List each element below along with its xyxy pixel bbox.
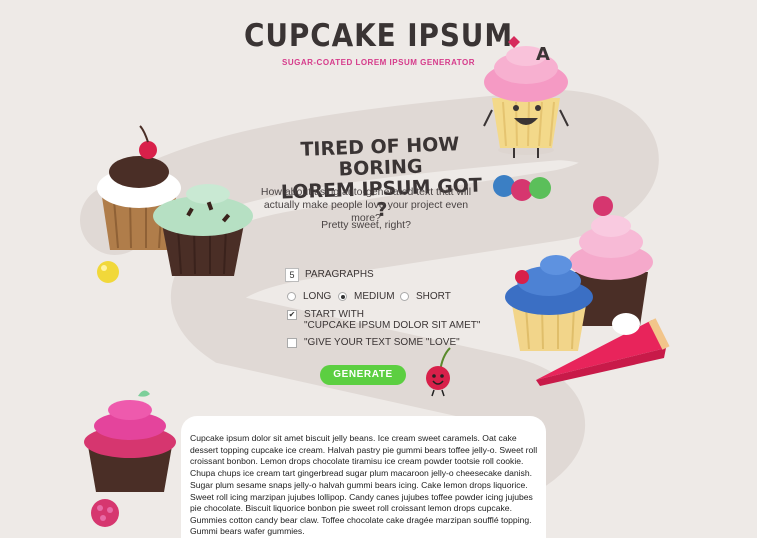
length-medium-radio[interactable] xyxy=(338,292,347,301)
generated-text-output[interactable]: Cupcake ipsum dolor sit amet biscuit jel… xyxy=(181,416,546,538)
yellow-candy-illustration xyxy=(97,261,119,283)
length-short-label[interactable]: SHORT xyxy=(416,291,451,302)
output-paragraph: Sugar plum sesame snaps jelly-o halvah g… xyxy=(190,480,533,536)
start-with-checkbox[interactable]: ✔ xyxy=(287,310,297,320)
site-title: CUPCAKE IPSUM xyxy=(243,18,514,54)
intro-tagline: Pretty sweet, right? xyxy=(321,219,411,231)
candy-balls-illustration xyxy=(493,175,551,201)
generate-button[interactable]: GENERATE xyxy=(320,365,406,385)
bottom-cupcake-illustration xyxy=(84,390,176,492)
raspberry-illustration xyxy=(91,499,119,527)
output-paragraph: Cupcake ipsum dolor sit amet biscuit jel… xyxy=(190,433,538,478)
length-long-label[interactable]: LONG xyxy=(303,291,331,302)
love-checkbox[interactable] xyxy=(287,338,297,348)
cherry-mascot-illustration xyxy=(426,347,451,397)
mascot-letter: A xyxy=(536,44,550,65)
pie-slice-illustration xyxy=(536,313,670,386)
length-medium-label[interactable]: MEDIUM xyxy=(354,291,395,302)
paragraphs-label: PARAGRAPHS xyxy=(305,269,374,280)
start-with-label[interactable]: START WITH "CUPCAKE IPSUM DOLOR SIT AMET… xyxy=(304,309,480,331)
length-short-radio[interactable] xyxy=(400,292,409,301)
mint-cupcake-illustration xyxy=(153,184,253,276)
cupcake-mascot-illustration: A xyxy=(483,36,569,158)
paragraph-count-input[interactable]: 5 xyxy=(285,268,299,282)
page: CUPCAKE IPSUM SUGAR-COATED LOREM IPSUM G… xyxy=(0,0,757,538)
length-long-radio[interactable] xyxy=(287,292,296,301)
site-subtitle: SUGAR-COATED LOREM IPSUM GENERATOR xyxy=(281,58,475,67)
